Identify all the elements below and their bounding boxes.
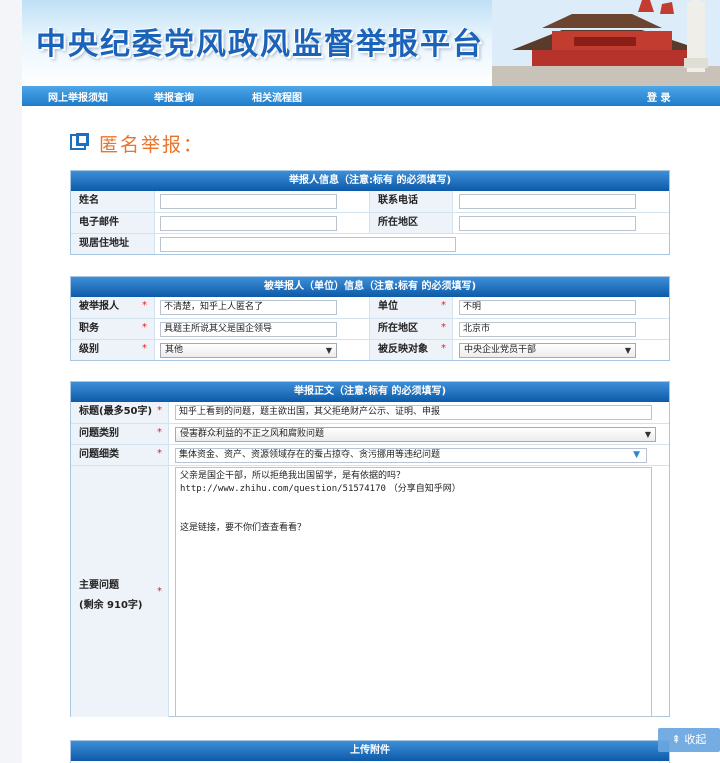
nav-report-notice[interactable]: 网上举报须知 xyxy=(48,89,108,104)
reported-person-input[interactable]: 不清楚，知乎上人匿名了 xyxy=(160,300,337,315)
title-input[interactable]: 知乎上看到的问题，题主欲出国，其父拒绝财产公示、证明、申报 xyxy=(175,405,652,420)
email-input[interactable] xyxy=(160,216,337,231)
table-row: 电子邮件 所在地区 xyxy=(71,212,669,233)
dropdown-arrow-icon: ▼ xyxy=(633,450,640,460)
email-label: 电子邮件 xyxy=(71,213,155,233)
main-nav: 网上举报须知 举报查询 相关流程图 登 录 xyxy=(22,86,720,106)
main-issue-textarea[interactable]: 父亲是国企干部，所以拒绝我出国留学，是有依据的吗？ http://www.zhih… xyxy=(175,467,652,717)
category-label: 问题类别 xyxy=(71,424,169,444)
reported-info-header: 被举报人（单位）信息（注意:标有 的必须填写) xyxy=(71,277,669,297)
table-row: 主要问题 (剩余 910字) * 父亲是国企干部，所以拒绝我出国留学，是有依据的… xyxy=(71,465,669,717)
report-heading-icon xyxy=(70,133,89,150)
subcategory-label: 问题细类 xyxy=(71,445,169,465)
upload-attachment-table: 上传附件 xyxy=(70,740,670,763)
reporter-info-table: 举报人信息（注意:标有 的必须填写) 姓名 联系电话 电子邮件 所在地区 现居住… xyxy=(70,170,670,255)
collapse-arrow-icon: ⇞ xyxy=(671,733,681,746)
address-input[interactable] xyxy=(160,237,456,252)
main-issue-label: 主要问题 xyxy=(79,580,119,591)
page-margin xyxy=(0,0,22,763)
required-mark: * xyxy=(157,586,162,597)
address-label: 现居住地址 xyxy=(71,234,155,254)
collapse-button[interactable]: ⇞ 收起 xyxy=(658,728,720,752)
position-input[interactable]: 具题主所说其父是国企领导 xyxy=(160,322,337,337)
nav-report-query[interactable]: 举报查询 xyxy=(154,89,194,104)
level-select-value: 其他 xyxy=(165,345,184,355)
required-mark: * xyxy=(157,448,162,459)
site-banner: 中央纪委党风政风监督举报平台 xyxy=(22,0,720,86)
required-mark: * xyxy=(157,405,162,416)
textarea-blank xyxy=(180,496,647,522)
table-row: 姓名 联系电话 xyxy=(71,191,669,212)
name-label: 姓名 xyxy=(71,191,155,212)
table-row: 被举报人 * 不清楚，知乎上人匿名了 单位 * 不明 xyxy=(71,297,669,318)
table-row: 问题类别 * 侵害群众利益的不正之风和腐败问题 ▼ xyxy=(71,423,669,444)
required-mark: * xyxy=(441,343,446,354)
reporter-region-input[interactable] xyxy=(459,216,636,231)
required-mark: * xyxy=(142,343,147,354)
table-row: 职务 * 具题主所说其父是国企领导 所在地区 * 北京市 xyxy=(71,318,669,339)
table-row: 问题细类 * 集体资金、资产、资源领域存在的蚕占掠夺、贪污挪用等违纪问题 ▼ xyxy=(71,444,669,465)
textarea-line: 父亲是国企干部，所以拒绝我出国留学，是有依据的吗？ xyxy=(180,471,406,481)
required-mark: * xyxy=(441,322,446,333)
dropdown-arrow-icon: ▼ xyxy=(325,346,332,355)
dropdown-arrow-icon: ▼ xyxy=(624,346,631,355)
title-label: 标题(最多50字) xyxy=(71,402,169,423)
required-mark: * xyxy=(157,427,162,438)
subcategory-select[interactable]: 集体资金、资产、资源领域存在的蚕占掠夺、贪污挪用等违纪问题 ▼ xyxy=(175,448,647,463)
site-title: 中央纪委党风政风监督举报平台 xyxy=(36,27,484,62)
nav-flowchart[interactable]: 相关流程图 xyxy=(252,89,302,104)
target-select[interactable]: 中央企业党员干部 ▼ xyxy=(459,343,636,358)
table-row: 现居住地址 xyxy=(71,233,669,254)
textarea-line: 这是链接，要不你们查查看看？ xyxy=(180,523,307,533)
tiananmen-gate-image xyxy=(492,0,720,86)
dropdown-arrow-icon: ▼ xyxy=(644,430,651,439)
category-select[interactable]: 侵害群众利益的不正之风和腐败问题 ▼ xyxy=(175,427,656,442)
unit-input[interactable]: 不明 xyxy=(459,300,636,315)
report-content-table: 举报正文（注意:标有 的必须填写) 标题(最多50字) * 知乎上看到的问题，题… xyxy=(70,381,670,717)
reporter-info-header: 举报人信息（注意:标有 的必须填写) xyxy=(71,171,669,191)
category-select-value: 侵害群众利益的不正之风和腐败问题 xyxy=(180,429,325,439)
remaining-count: (剩余 910字) xyxy=(79,600,143,611)
reported-info-table: 被举报人（单位）信息（注意:标有 的必须填写) 被举报人 * 不清楚，知乎上人匿… xyxy=(70,276,670,361)
required-mark: * xyxy=(142,300,147,311)
table-row: 标题(最多50字) * 知乎上看到的问题，题主欲出国，其父拒绝财产公示、证明、申… xyxy=(71,402,669,423)
subcategory-select-value: 集体资金、资产、资源领域存在的蚕占掠夺、贪污挪用等违纪问题 xyxy=(179,450,441,460)
report-content-header: 举报正文（注意:标有 的必须填写) xyxy=(71,382,669,402)
table-row: 级别 * 其他 ▼ 被反映对象 * 中央企业党员干部 ▼ xyxy=(71,339,669,360)
main-issue-label-cell: 主要问题 (剩余 910字) xyxy=(71,466,169,717)
textarea-link-line: http://www.zhihu.com/question/51574170 （… xyxy=(180,483,647,496)
phone-label: 联系电话 xyxy=(369,191,453,212)
textarea-share: （分享自知乎网） xyxy=(388,484,461,494)
textarea-url: http://www.zhihu.com/question/51574170 xyxy=(180,484,386,494)
level-select[interactable]: 其他 ▼ xyxy=(160,343,337,358)
reporter-region-label: 所在地区 xyxy=(369,213,453,233)
name-input[interactable] xyxy=(160,194,337,209)
required-mark: * xyxy=(142,322,147,333)
target-select-value: 中央企业党员干部 xyxy=(464,345,537,355)
page-title: 匿名举报： xyxy=(99,134,205,156)
phone-input[interactable] xyxy=(459,194,636,209)
reported-region-input[interactable]: 北京市 xyxy=(459,322,636,337)
nav-login[interactable]: 登 录 xyxy=(647,89,670,104)
required-mark: * xyxy=(441,300,446,311)
collapse-label: 收起 xyxy=(684,733,707,746)
upload-attachment-header: 上传附件 xyxy=(71,741,669,761)
